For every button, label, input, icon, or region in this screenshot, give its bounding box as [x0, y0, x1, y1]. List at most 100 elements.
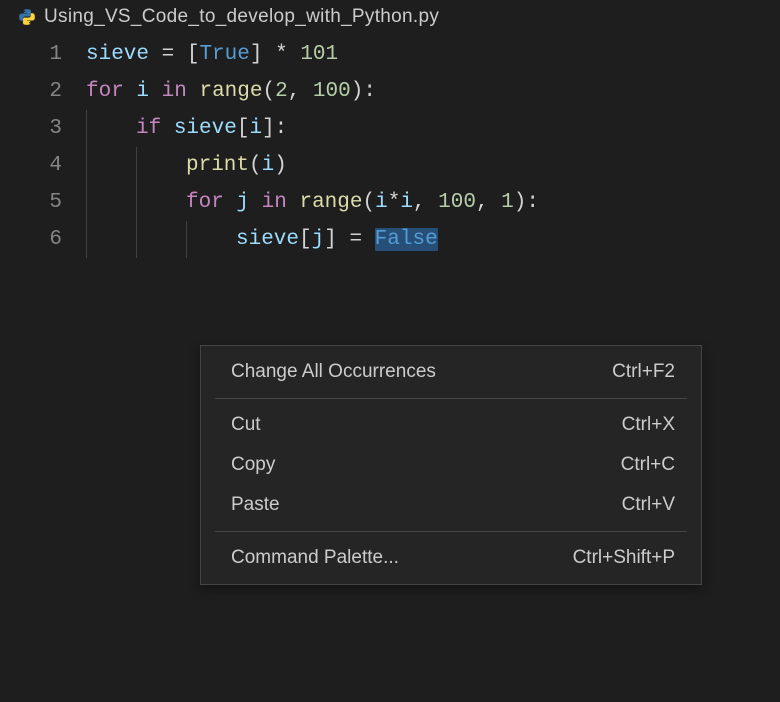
- code-line[interactable]: 3if sieve[i]:: [0, 110, 780, 147]
- line-number: 6: [0, 221, 86, 258]
- code-line[interactable]: 4print(i): [0, 147, 780, 184]
- code-token: sieve: [174, 117, 237, 140]
- code-token: ]: [250, 43, 263, 66]
- menu-item[interactable]: Cut Ctrl+X: [201, 405, 701, 445]
- menu-item-label: Command Palette...: [231, 547, 399, 569]
- code-token: [287, 191, 300, 214]
- code-token: sieve: [236, 228, 299, 251]
- code-token: 1: [501, 191, 514, 214]
- code-token: in: [262, 191, 287, 214]
- code-token: :: [526, 191, 539, 214]
- editor-tab[interactable]: Using_VS_Code_to_develop_with_Python.py: [0, 0, 780, 32]
- code-token: i: [262, 154, 275, 177]
- code-line[interactable]: 5for j in range(i*i, 100, 1):: [0, 184, 780, 221]
- code-token: if: [136, 117, 161, 140]
- indent-guide: [86, 184, 136, 221]
- code-content[interactable]: print(i): [86, 147, 287, 184]
- line-number: 3: [0, 110, 86, 147]
- menu-item-shortcut: Ctrl+X: [622, 414, 675, 436]
- code-token: :: [363, 80, 376, 103]
- code-token: (: [249, 154, 262, 177]
- menu-item[interactable]: Change All Occurrences Ctrl+F2: [201, 352, 701, 392]
- indent-guide: [186, 221, 236, 258]
- code-token: i: [400, 191, 413, 214]
- menu-item-label: Copy: [231, 454, 275, 476]
- menu-item-shortcut: Ctrl+C: [621, 454, 675, 476]
- code-content[interactable]: sieve[j] = False: [86, 221, 438, 258]
- code-token: 100: [313, 80, 351, 103]
- code-token: =: [349, 228, 362, 251]
- menu-item-label: Paste: [231, 494, 280, 516]
- code-token: False: [375, 228, 438, 251]
- code-token: *: [388, 191, 401, 214]
- code-token: [249, 191, 262, 214]
- indent-guide: [136, 221, 186, 258]
- code-token: [337, 228, 350, 251]
- menu-item-shortcut: Ctrl+F2: [612, 361, 675, 383]
- code-token: (: [262, 80, 275, 103]
- code-line[interactable]: 1sieve = [True] * 101: [0, 36, 780, 73]
- code-token: [161, 117, 174, 140]
- code-token: [: [237, 117, 250, 140]
- code-token: ]: [262, 117, 275, 140]
- code-token: [187, 80, 200, 103]
- code-token: ): [351, 80, 364, 103]
- code-token: (: [362, 191, 375, 214]
- code-content[interactable]: for j in range(i*i, 100, 1):: [86, 184, 539, 221]
- code-token: [426, 191, 439, 214]
- code-token: ): [514, 191, 527, 214]
- menu-item-shortcut: Ctrl+Shift+P: [573, 547, 675, 569]
- code-token: [: [299, 228, 312, 251]
- code-token: j: [236, 191, 249, 214]
- code-token: ]: [324, 228, 337, 251]
- code-token: [174, 43, 187, 66]
- context-menu: Change All Occurrences Ctrl+F2 Cut Ctrl+X Co…: [200, 345, 702, 585]
- code-token: [362, 228, 375, 251]
- menu-item[interactable]: Paste Ctrl+V: [201, 485, 701, 525]
- code-content[interactable]: sieve = [True] * 101: [86, 36, 338, 73]
- code-token: [489, 191, 502, 214]
- tab-filename: Using_VS_Code_to_develop_with_Python.py: [44, 6, 439, 28]
- code-content[interactable]: for i in range(2, 100):: [86, 73, 376, 110]
- menu-item[interactable]: Command Palette... Ctrl+Shift+P: [201, 538, 701, 578]
- menu-item-label: Cut: [231, 414, 261, 436]
- code-token: i: [375, 191, 388, 214]
- code-token: [262, 43, 275, 66]
- code-token: :: [275, 117, 288, 140]
- code-token: for: [86, 80, 124, 103]
- code-token: [149, 80, 162, 103]
- code-token: j: [312, 228, 325, 251]
- code-line[interactable]: 2for i in range(2, 100):: [0, 73, 780, 110]
- line-number: 5: [0, 184, 86, 221]
- code-token: in: [162, 80, 187, 103]
- code-token: 2: [275, 80, 288, 103]
- code-token: *: [275, 43, 288, 66]
- indent-guide: [86, 221, 136, 258]
- menu-item-shortcut: Ctrl+V: [622, 494, 675, 516]
- code-token: print: [186, 154, 249, 177]
- line-number: 2: [0, 73, 86, 110]
- code-line[interactable]: 6sieve[j] = False: [0, 221, 780, 258]
- python-icon: [18, 8, 36, 26]
- indent-guide: [86, 147, 136, 184]
- line-number: 1: [0, 36, 86, 73]
- code-token: True: [199, 43, 249, 66]
- code-token: [149, 43, 162, 66]
- code-token: for: [186, 191, 224, 214]
- code-token: i: [136, 80, 149, 103]
- code-token: sieve: [86, 43, 149, 66]
- code-editor[interactable]: 1sieve = [True] * 1012for i in range(2, …: [0, 32, 780, 258]
- code-token: [124, 80, 137, 103]
- indent-guide: [136, 147, 186, 184]
- code-token: ,: [476, 191, 489, 214]
- indent-guide: [86, 110, 136, 147]
- code-token: [224, 191, 237, 214]
- code-content[interactable]: if sieve[i]:: [86, 110, 287, 147]
- code-token: 100: [438, 191, 476, 214]
- code-token: ,: [288, 80, 301, 103]
- menu-item[interactable]: Copy Ctrl+C: [201, 445, 701, 485]
- code-token: i: [249, 117, 262, 140]
- line-number: 4: [0, 147, 86, 184]
- code-token: =: [162, 43, 175, 66]
- menu-item-label: Change All Occurrences: [231, 361, 436, 383]
